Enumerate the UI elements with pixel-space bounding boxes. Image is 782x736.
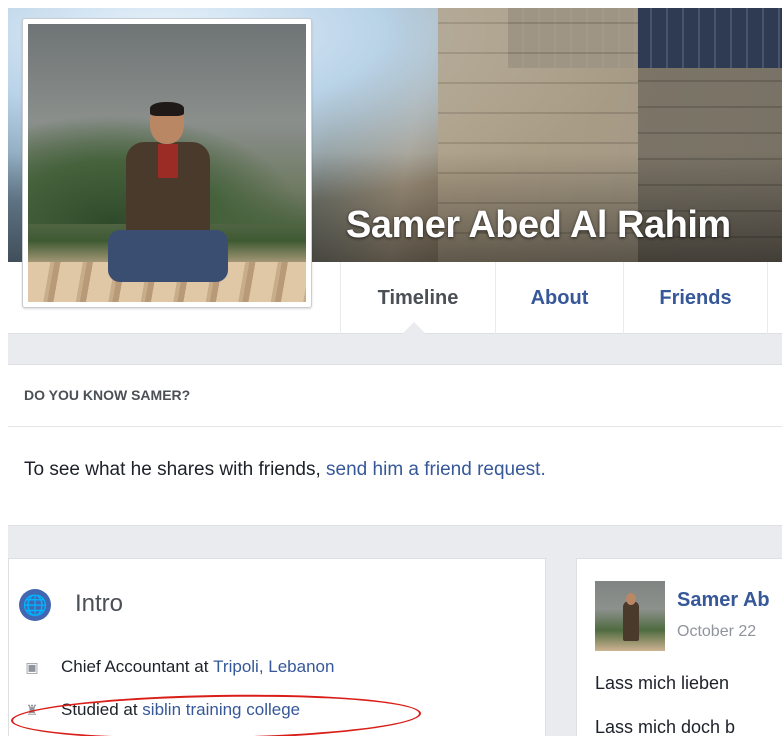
photo-person: [108, 102, 228, 282]
intro-card: 🌐 Intro ▣ Chief Accountant at Tripoli, L…: [8, 558, 546, 736]
do-you-know-text: To see what he shares with friends, send…: [24, 459, 546, 481]
post-date[interactable]: October 22: [677, 623, 756, 641]
divider: [8, 426, 782, 427]
profile-picture-frame[interactable]: [22, 18, 312, 308]
thumb-person: [623, 601, 639, 641]
post-text-line: Lass mich doch b: [595, 717, 736, 736]
tab-friends[interactable]: Friends: [623, 262, 767, 334]
photo-shirt: [158, 144, 178, 178]
page-gap: [8, 334, 782, 364]
post-text-line: Lass mich lieben: [595, 673, 730, 693]
friend-request-link[interactable]: send him a friend request.: [326, 459, 546, 480]
intro-title: Intro: [75, 590, 124, 617]
briefcase-icon: ▣: [25, 658, 39, 675]
active-tab-caret: [402, 322, 426, 334]
do-you-know-prefix: To see what he shares with friends,: [24, 459, 327, 480]
post-card: Samer Ab October 22 Lass mich lieben Las…: [576, 558, 782, 736]
do-you-know-heading: DO YOU KNOW SAMER?: [24, 387, 191, 403]
photo-hair: [150, 102, 184, 116]
highlight-circle: [10, 691, 422, 736]
photo-jeans: [108, 230, 228, 282]
post-author-avatar[interactable]: [595, 581, 665, 651]
profile-picture[interactable]: [28, 24, 306, 302]
globe-icon: 🌐: [19, 589, 51, 621]
do-you-know-box: DO YOU KNOW SAMER? To see what he shares…: [8, 364, 782, 526]
post-author-name[interactable]: Samer Ab: [677, 589, 770, 612]
thumb-head: [626, 593, 636, 605]
work-row: ▣ Chief Accountant at Tripoli, Lebanon: [23, 657, 334, 677]
work-location-link[interactable]: Tripoli, Lebanon: [213, 657, 334, 677]
profile-name[interactable]: Samer Abed Al Rahim: [346, 204, 731, 247]
work-prefix: Chief Accountant at: [61, 657, 209, 676]
tab-about[interactable]: About: [495, 262, 623, 334]
tab-more-edge: [767, 262, 782, 334]
